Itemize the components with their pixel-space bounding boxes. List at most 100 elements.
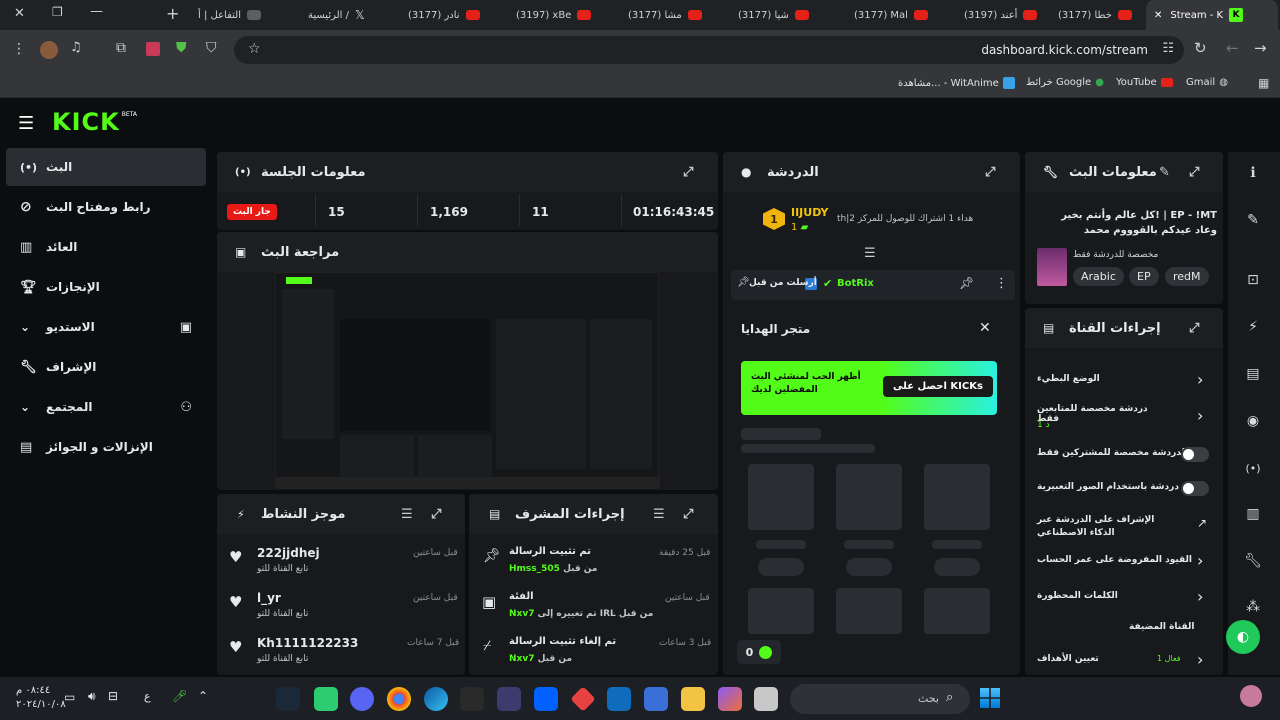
action-followers-only[interactable]: دردشة مخصصة للمتابعين فقط 1 د › [1025, 402, 1223, 436]
nav-item-broadcast[interactable]: البث (•) [6, 148, 206, 186]
expand-icon[interactable]: ⤢ [683, 165, 693, 180]
kicks-balance[interactable]: 0 [737, 640, 781, 664]
tab-kick-stream[interactable]: ✕ Stream - KK [1146, 0, 1278, 30]
lightning-icon[interactable]: ⚡︎ [1238, 312, 1268, 342]
expand-icon[interactable]: ⤢ [1189, 321, 1199, 336]
edit-icon[interactable]: ✎ [1238, 205, 1268, 235]
store-icon[interactable] [644, 687, 668, 711]
camera-icon[interactable]: ⊡ [1238, 265, 1268, 295]
wrench-icon[interactable]: 🔧︎ [1238, 546, 1268, 576]
microphone-icon[interactable]: 🎤︎ [172, 689, 187, 703]
copilot-icon[interactable] [718, 687, 742, 711]
chat-filter-icon[interactable]: ☰ [864, 246, 876, 261]
app-icon[interactable] [570, 686, 596, 712]
chat-bubble-icon[interactable]: ◉ [1238, 406, 1268, 436]
windows-start-icon[interactable] [980, 688, 1000, 708]
action-emote-only[interactable]: دردشة باستخدام الصور التعبيرية [1025, 478, 1223, 502]
tab-10[interactable]: التفاعل | أ [190, 0, 296, 30]
chrome-icon[interactable] [387, 687, 411, 711]
dropbox-icon[interactable] [534, 687, 558, 711]
action-set-goals[interactable]: تعيين الأهداف فعال 1 › [1025, 650, 1223, 674]
reload-icon[interactable]: ↻ [1194, 39, 1207, 57]
action-ai-moderation[interactable]: الإشراف على الدردشة عبر الذكاء الاصطناعي… [1025, 512, 1223, 544]
tab-5[interactable]: (3177) شيا [730, 0, 836, 30]
kick-logo[interactable]: KICK BETA [52, 108, 137, 136]
volume-icon[interactable]: 🔊︎ [88, 689, 96, 704]
nav-item-stream-key[interactable]: رابط ومفتاح البث ⊘ [6, 188, 206, 226]
file-explorer-icon[interactable] [681, 687, 705, 711]
tray-overflow-icon[interactable]: ⌃ [198, 689, 208, 703]
document-icon[interactable]: ▤ [1238, 359, 1268, 389]
address-bar[interactable]: ☆ dashboard.kick.com/stream ☷ [234, 36, 1184, 64]
toggle-switch[interactable] [1181, 481, 1209, 496]
discord-icon[interactable] [350, 687, 374, 711]
bookmark-youtube[interactable]: YouTube [1116, 77, 1173, 88]
get-kicks-button[interactable]: احصل على KICKs [883, 376, 993, 397]
profile-avatar[interactable] [40, 41, 58, 59]
close-window-icon[interactable]: ✕ [14, 6, 25, 21]
all-bookmarks-grid-icon[interactable]: ▦ [1258, 76, 1269, 90]
extensions-icon[interactable]: ⧉ [116, 40, 126, 56]
epic-games-icon[interactable] [460, 687, 484, 711]
extension-icon-1[interactable] [146, 42, 160, 56]
more-options-icon[interactable]: ⋮ [995, 276, 1008, 291]
tab-8[interactable]: (3177) نادر [400, 0, 502, 30]
shield-icon[interactable]: ⛉ [206, 40, 217, 56]
close-icon[interactable]: ✕ [979, 320, 991, 336]
tag-chip[interactable]: redM [1165, 267, 1209, 286]
new-tab-button[interactable]: + [166, 4, 179, 23]
action-banned-words[interactable]: الكلمات المحظورة › [1025, 587, 1223, 613]
nav-item-community[interactable]: المجتمع ⌄ ⚇ [6, 388, 206, 426]
adblock-shield-icon[interactable]: ⛊ [176, 40, 187, 56]
restore-window-icon[interactable]: ❐ [52, 5, 63, 19]
nav-item-drops[interactable]: الإنزالات و الجوائز ▤ [6, 428, 206, 466]
filter-icon[interactable]: ☰ [401, 507, 413, 522]
expand-icon[interactable]: ⤢ [985, 165, 995, 180]
edge-icon[interactable] [424, 687, 448, 711]
tab-2[interactable]: (3177) خطا [1050, 0, 1142, 30]
toggle-switch[interactable] [1181, 447, 1209, 462]
bookmark-gmail[interactable]: Gmail ◍ [1186, 77, 1228, 88]
back-icon[interactable]: → [1254, 39, 1267, 57]
nav-item-revenue[interactable]: العائد ▥ [6, 228, 206, 266]
tab-4[interactable]: (3177) Mal [846, 0, 946, 30]
close-tab-icon[interactable]: ✕ [1154, 10, 1162, 21]
nav-item-achievements[interactable]: الإنجازات 🏆︎ [6, 268, 206, 306]
bookmark-witanime[interactable]: مشاهدة... - WitAnime [898, 77, 1015, 89]
menu-kebab-icon[interactable]: ⋮ [12, 41, 26, 57]
action-subscribers-only[interactable]: الدردشة مخصصة للمشتركين فقط [1025, 444, 1223, 468]
expand-icon[interactable]: ⤢ [683, 507, 693, 522]
nav-item-moderation[interactable]: الإشراف 🔧︎ [6, 348, 206, 386]
info-icon[interactable]: ℹ [1238, 158, 1268, 188]
forward-icon[interactable]: ← [1226, 39, 1239, 57]
clock-date[interactable]: ٢٠٢٤/١٠/٠٨ [16, 699, 66, 710]
battery-icon[interactable]: ▭ [64, 690, 75, 704]
edit-icon[interactable]: ✎ [1159, 165, 1170, 180]
bookmark-star-icon[interactable]: ☆ [248, 41, 261, 57]
tag-chip[interactable]: Arabic [1073, 267, 1124, 286]
action-account-age[interactable]: القيود المفروضة على عمر الحساب › [1025, 551, 1223, 577]
app-icon[interactable] [754, 687, 778, 711]
stream-preview-video[interactable] [275, 272, 660, 489]
support-chat-button[interactable]: ◐ [1226, 620, 1260, 654]
clock-time[interactable]: ٠٨:٤٤ م [16, 685, 50, 696]
minimize-window-icon[interactable]: — [90, 4, 103, 19]
outlook-icon[interactable] [607, 687, 631, 711]
steam-icon[interactable] [276, 687, 300, 711]
app-icon[interactable] [314, 687, 338, 711]
taskbar-search[interactable]: ⌕ بحث [790, 684, 970, 714]
broadcast-icon[interactable]: (•) [1238, 453, 1268, 483]
nav-item-studio[interactable]: الاستديو ⌄ ▣ [6, 308, 206, 346]
url-text[interactable]: dashboard.kick.com/stream [981, 43, 1148, 57]
site-settings-icon[interactable]: ☷ [1162, 41, 1174, 56]
tab-3[interactable]: (3197) أعند [956, 0, 1042, 30]
tab-7[interactable]: (3197) xBe [508, 0, 610, 30]
user-avatar[interactable] [1240, 685, 1262, 707]
layout-icon[interactable]: ▥ [1238, 499, 1268, 529]
tab-6[interactable]: (3177) مشا [620, 0, 720, 30]
pin-icon[interactable]: 📌︎ [959, 276, 974, 290]
app-icon[interactable] [497, 687, 521, 711]
bookmark-google-maps[interactable]: خرائط Google ● [1026, 77, 1104, 88]
hamburger-menu-icon[interactable]: ☰ [18, 113, 34, 134]
action-slow-mode[interactable]: الوضع البطيء › [1025, 370, 1223, 396]
